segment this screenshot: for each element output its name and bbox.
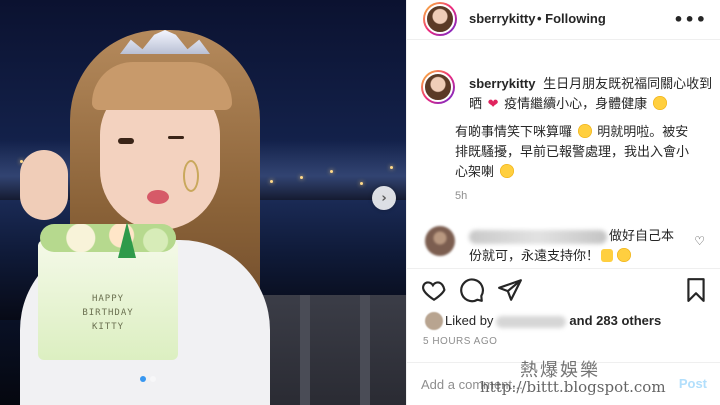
person-bangs	[92, 62, 232, 110]
commenter-avatar[interactable]	[425, 226, 455, 256]
railing	[250, 295, 406, 405]
caption-line2: 有啲事情笑下咪算囉	[455, 124, 573, 139]
winking-eye	[168, 136, 184, 139]
comment-text-b: 可，永遠支持你！	[495, 248, 600, 263]
likes-text[interactable]: Liked by and 283 others	[445, 312, 661, 330]
heart-icon[interactable]	[421, 277, 447, 303]
smile-emoji-icon	[499, 164, 514, 178]
username[interactable]: sberrykitty	[469, 11, 535, 26]
posted-time[interactable]: 5 HOURS AGO	[423, 336, 497, 347]
earring	[183, 160, 199, 192]
laugh-emoji-icon	[577, 124, 592, 138]
left-eye	[118, 138, 134, 144]
watermark-url: http://bittt.blogspot.com	[480, 378, 666, 396]
post-header: sberrykitty • Following •••	[407, 0, 720, 40]
action-bar	[407, 268, 720, 312]
liker-avatar[interactable]	[425, 312, 443, 330]
thumbs-up-emoji-icon	[601, 249, 614, 262]
cake-writing: HAPPY BIRTHDAY KITTY	[82, 294, 134, 332]
carousel-dot-active	[140, 376, 146, 382]
smile-emoji-icon	[652, 96, 667, 110]
blurred-liker-name[interactable]	[496, 315, 567, 328]
caption-text: sberrykitty 生日月朋友既祝福同關心收到晒 ❤ 疫情繼續小心，身體健康	[469, 74, 713, 114]
caption-line1b: 疫情繼續小心，身體健康	[504, 96, 648, 111]
bookmark-icon[interactable]	[683, 277, 709, 303]
caption-username[interactable]: sberrykitty	[469, 76, 535, 91]
carousel-dot	[150, 376, 156, 382]
more-icon[interactable]: •••	[673, 10, 707, 29]
next-arrow-icon[interactable]: ›	[372, 186, 396, 210]
caption-avatar[interactable]	[421, 70, 455, 104]
post-panel: sberrykitty • Following ••• sberrykitty …	[406, 0, 720, 405]
hand	[20, 150, 68, 220]
share-icon[interactable]	[497, 277, 523, 303]
heart-emoji-icon: ❤	[487, 96, 499, 111]
comment-like-heart-icon[interactable]: ♡	[694, 234, 705, 248]
comment-icon[interactable]	[459, 277, 485, 303]
likes-row: Liked by and 283 others	[421, 312, 711, 330]
carousel-dots	[140, 376, 156, 382]
likes-prefix: Liked by	[445, 313, 494, 328]
post-photo[interactable]: HAPPY BIRTHDAY KITTY ›	[0, 0, 406, 405]
caption-time[interactable]: 5h	[455, 190, 467, 202]
post-button[interactable]: Post	[679, 376, 707, 391]
comment-text: 做好自己本份就可，永遠支持你！	[469, 226, 679, 266]
blurred-comment-text	[469, 229, 607, 244]
caption-paragraph-2: 有啲事情笑下咪算囉 明就明啦。被安排既騷擾，早前已報警處理，我出入會小心架喇	[455, 122, 699, 182]
smile-emoji-icon	[617, 248, 632, 262]
lips	[147, 190, 169, 204]
following-status[interactable]: • Following	[537, 11, 606, 26]
likes-count[interactable]: and 283 others	[569, 313, 661, 328]
avatar[interactable]	[423, 2, 457, 36]
cake-flowers	[40, 224, 176, 252]
